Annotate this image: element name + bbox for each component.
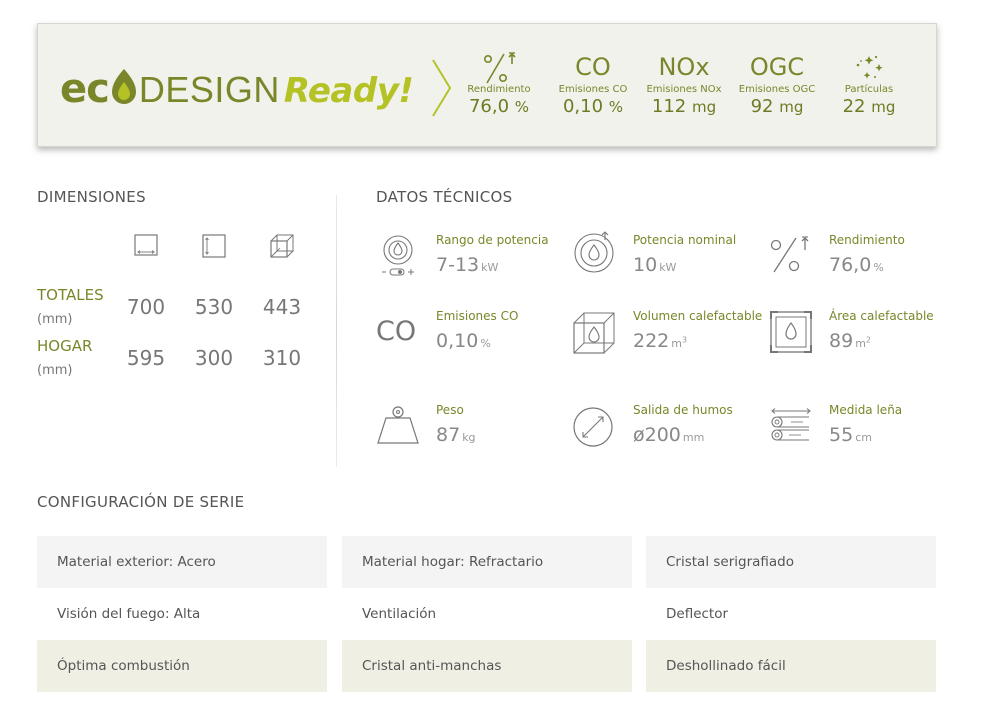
nominal-power-icon: [574, 231, 614, 273]
dimension-value: 443: [262, 295, 302, 319]
eco-metric-rendimiento: Rendimiento 76,0 %: [454, 50, 544, 117]
config-cell: Cristal anti-manchas: [342, 640, 632, 692]
width-icon: [134, 234, 158, 256]
config-cell: Deshollinado fácil: [646, 640, 936, 692]
height-icon: [202, 234, 226, 258]
dimensions-row-unit: (mm): [37, 312, 73, 327]
eco-word: ec: [60, 66, 110, 112]
dimension-value: 310: [262, 346, 302, 370]
eco-metric-label: Emisiones NOx: [646, 84, 722, 95]
tech-value: 55 cm: [829, 424, 872, 446]
dimensions-row-unit: (mm): [37, 363, 73, 378]
ecodesign-logo: ec DESIGN Ready!: [60, 64, 414, 112]
ecodesign-banner: ec DESIGN Ready! Rendimiento 76,0 % CO E…: [37, 23, 937, 147]
tech-label: Área calefactable: [829, 309, 934, 323]
co-icon: CO: [376, 316, 417, 347]
tech-value: 89 m2: [829, 330, 871, 352]
tech-item-co: CO Emisiones CO 0,10%: [376, 306, 566, 370]
eco-metric-nox: NOx Emisiones NOx 112 mg: [639, 50, 729, 117]
eco-metric-label: Rendimiento: [467, 84, 531, 95]
config-cell: Cristal serigrafiado: [646, 536, 936, 588]
tech-label: Peso: [436, 403, 464, 417]
tech-label: Salida de humos: [633, 403, 733, 417]
tech-item-efficiency: Rendimiento 76,0%: [769, 230, 959, 294]
ready-word: Ready!: [283, 71, 414, 111]
tech-value: ø200 mm: [633, 424, 705, 446]
tech-label: Rango de potencia: [436, 233, 549, 247]
design-word: DESIGN: [138, 69, 280, 110]
tech-label: Emisiones CO: [436, 309, 519, 323]
section-divider: [336, 195, 337, 467]
tech-label: Potencia nominal: [633, 233, 737, 247]
dimension-value: 300: [194, 346, 234, 370]
eco-metric-value: 112 mg: [651, 96, 717, 117]
dimension-value: 595: [126, 346, 166, 370]
eco-metric-value: 0,10 %: [562, 96, 624, 117]
weight-icon: [377, 406, 419, 444]
dimension-value: 530: [194, 295, 234, 319]
efficiency-percent-icon: [454, 50, 544, 84]
chevron-right-icon: [432, 59, 452, 117]
tech-value: 222 m3: [633, 330, 688, 352]
eco-metric-label: Partículas: [844, 84, 894, 95]
log-size-icon: [771, 408, 811, 441]
technical-title: DATOS TÉCNICOS: [376, 188, 513, 206]
efficiency-icon: [770, 236, 809, 273]
config-cell: Visión del fuego: Alta: [57, 606, 201, 622]
co-symbol: CO: [575, 53, 611, 81]
config-cell: Deflector: [666, 606, 729, 622]
eco-metric-label: Emisiones OGC: [738, 84, 816, 95]
tech-item-nominal-power: Potencia nominal 10 kW: [573, 230, 763, 294]
config-cell: Ventilación: [362, 606, 437, 622]
particles-icon: [824, 50, 914, 84]
tech-value: 7-13 kW: [436, 254, 499, 276]
eco-metric-value: 22 mg: [842, 96, 896, 117]
config-cell: Material hogar: Refractario: [342, 536, 632, 588]
eco-metric-value: 76,0 %: [468, 96, 530, 117]
dimensions-title: DIMENSIONES: [37, 188, 146, 206]
tech-item-weight: Peso 87 kg: [376, 400, 566, 464]
tech-label: Medida leña: [829, 403, 903, 417]
configuration-title: CONFIGURACIÓN DE SERIE: [37, 493, 245, 511]
power-range-icon: [382, 235, 414, 276]
leaf-o-icon: [110, 68, 138, 106]
tech-item-flue-outlet: Salida de humos ø200 mm: [573, 400, 763, 464]
heated-area-icon: [770, 311, 812, 353]
tech-label: Rendimiento: [829, 233, 905, 247]
tech-item-heated-volume: Volumen calefactable 222 m3: [573, 306, 763, 370]
heated-volume-icon: [573, 312, 615, 354]
tech-label: Volumen calefactable: [633, 309, 763, 323]
tech-value: 76,0%: [829, 254, 884, 276]
dimension-value: 700: [126, 295, 166, 319]
tech-value: 87 kg: [436, 424, 476, 446]
depth-icon: [270, 234, 294, 258]
tech-item-power-range: Rango de potencia 7-13 kW: [376, 230, 566, 294]
config-cell: Óptima combustión: [37, 640, 327, 692]
tech-item-log-size: Medida leña 55 cm: [769, 400, 959, 464]
dimensions-row-label: HOGAR: [37, 337, 93, 355]
eco-metric-particulas: Partículas 22 mg: [824, 50, 914, 117]
eco-metric-label: Emisiones CO: [558, 84, 628, 95]
eco-metric-co: CO Emisiones CO 0,10 %: [548, 50, 638, 117]
tech-value: 0,10%: [436, 330, 491, 352]
tech-item-heated-area: Área calefactable 89 m2: [769, 306, 959, 370]
nox-symbol: NOx: [658, 53, 710, 81]
eco-metric-value: 92 mg: [750, 96, 804, 117]
tech-value: 10 kW: [633, 254, 677, 276]
ogc-symbol: OGC: [749, 53, 805, 81]
flue-outlet-icon: [573, 407, 613, 447]
config-cell: Material exterior: Acero: [37, 536, 327, 588]
dimensions-row-label: TOTALES: [37, 286, 104, 304]
eco-metric-ogc: OGC Emisiones OGC 92 mg: [732, 50, 822, 117]
